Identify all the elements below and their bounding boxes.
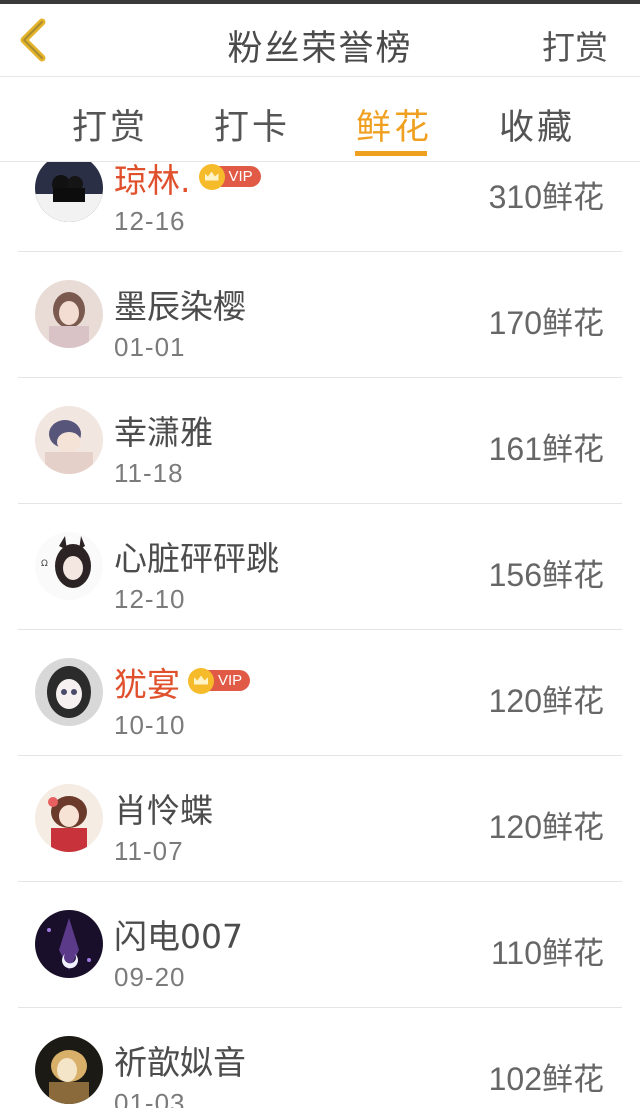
flower-count-number: 310 — [488, 179, 542, 215]
list-item[interactable]: 犹宴 VIP 10-10 120鲜花 — [18, 630, 622, 756]
fan-name-text: 犹宴 — [114, 665, 180, 704]
crown-icon — [198, 163, 225, 190]
flower-unit: 鲜花 — [542, 180, 604, 216]
flower-unit: 鲜花 — [542, 810, 604, 846]
fan-name-text: 心脏砰砰跳 — [114, 539, 279, 578]
avatar[interactable] — [35, 280, 103, 348]
list-item[interactable]: 闪电007 09-20 110鲜花 — [18, 882, 622, 1008]
list-item[interactable]: 幸潇雅 11-18 161鲜花 — [18, 378, 622, 504]
avatar[interactable] — [35, 162, 103, 222]
fan-name: 幸潇雅 — [114, 406, 213, 454]
flower-count-number: 110 — [490, 935, 542, 971]
fan-name: 闪电007 — [114, 910, 243, 958]
flower-unit: 鲜花 — [542, 432, 604, 468]
vip-badge: VIP — [188, 659, 251, 694]
flower-unit: 鲜花 — [542, 558, 604, 594]
avatar[interactable] — [35, 784, 103, 852]
tab-bar: 打赏 打卡 鲜花 收藏 — [0, 77, 640, 162]
tab-checkin[interactable]: 打卡 — [214, 99, 290, 150]
fan-date: 01-01 — [114, 332, 186, 362]
flower-count: 170鲜花 — [489, 298, 604, 343]
flower-count: 120鲜花 — [489, 802, 604, 847]
fan-name-text: 祈歆姒音 — [114, 1043, 246, 1082]
fan-name: 心脏砰砰跳 — [114, 532, 279, 580]
fan-name: 祈歆姒音 — [114, 1036, 246, 1084]
avatar[interactable] — [35, 910, 103, 978]
flower-count: 156鲜花 — [489, 550, 604, 595]
flower-count-number: 102 — [488, 1061, 542, 1097]
list-item[interactable]: 墨辰染樱 01-01 170鲜花 — [18, 252, 622, 378]
flower-count-number: 120 — [488, 683, 542, 719]
tab-flowers[interactable]: 鲜花 — [356, 99, 432, 150]
list-item[interactable]: Ω 心脏砰砰跳 12-10 156鲜花 — [18, 504, 622, 630]
fan-date: 10-10 — [114, 710, 186, 740]
avatar[interactable]: Ω — [35, 532, 103, 600]
list-item[interactable]: 祈歆姒音 01-03 102鲜花 — [18, 1008, 622, 1108]
fan-name: 墨辰染樱 — [114, 280, 246, 328]
flower-count-number: 170 — [488, 305, 542, 341]
vip-badge: VIP — [198, 162, 261, 190]
list-item[interactable]: 琼林. VIP 12-16 310鲜花 — [18, 162, 622, 252]
fan-date: 12-16 — [114, 206, 186, 236]
tab-favorites[interactable]: 收藏 — [499, 99, 575, 150]
avatar[interactable] — [35, 658, 103, 726]
flower-unit: 鲜花 — [542, 684, 604, 720]
fan-date: 01-03 — [114, 1088, 186, 1108]
flower-count: 310鲜花 — [489, 172, 604, 217]
fan-ranking-list[interactable]: 琼林. VIP 12-16 310鲜花 墨辰染樱 01-01 170鲜花 幸潇雅 11-18 16… — [0, 162, 640, 1108]
vip-label: VIP — [208, 670, 251, 691]
svg-text:Ω: Ω — [41, 559, 48, 569]
vip-label: VIP — [218, 166, 261, 187]
fan-date: 11-07 — [114, 836, 184, 866]
fan-date: 09-20 — [114, 962, 186, 992]
tab-reward[interactable]: 打赏 — [72, 99, 148, 150]
fan-name: 琼林. VIP — [114, 162, 261, 202]
flower-count: 120鲜花 — [489, 676, 604, 721]
crown-icon — [188, 667, 214, 694]
fan-name: 犹宴 VIP — [114, 658, 251, 706]
app-header: 粉丝荣誉榜 打赏 — [0, 4, 640, 77]
flower-unit: 鲜花 — [542, 1062, 604, 1098]
flower-unit: 鲜花 — [542, 936, 604, 972]
flower-count-number: 161 — [488, 431, 542, 467]
fan-date: 12-10 — [114, 584, 186, 614]
avatar[interactable] — [35, 1036, 103, 1104]
fan-name-text: 琼林. — [114, 162, 191, 200]
reward-button[interactable]: 打赏 — [542, 21, 608, 69]
active-tab-indicator — [355, 151, 427, 156]
fan-name-text: 墨辰染樱 — [114, 287, 246, 326]
fan-name-text: 肖怜蝶 — [114, 791, 213, 830]
avatar[interactable] — [35, 406, 103, 474]
flower-count: 110鲜花 — [491, 928, 604, 973]
flower-count: 161鲜花 — [489, 424, 604, 469]
flower-count: 102鲜花 — [489, 1054, 604, 1099]
list-item[interactable]: 肖怜蝶 11-07 120鲜花 — [18, 756, 622, 882]
fan-name-text: 幸潇雅 — [114, 413, 213, 452]
fan-name: 肖怜蝶 — [114, 784, 213, 832]
fan-date: 11-18 — [114, 458, 184, 488]
fan-name-text: 闪电007 — [114, 917, 243, 956]
flower-count-number: 156 — [488, 557, 542, 593]
flower-count-number: 120 — [488, 809, 542, 845]
flower-unit: 鲜花 — [542, 306, 604, 342]
